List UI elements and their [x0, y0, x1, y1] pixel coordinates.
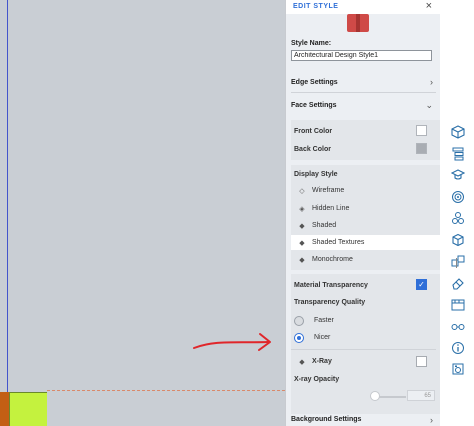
- target-icon[interactable]: [450, 189, 466, 205]
- annotation-arrow: [193, 333, 271, 351]
- edit-style-panel: EDIT STYLE × Style Name: Edge Settings ›…: [285, 0, 445, 426]
- face-settings-label: Face Settings: [291, 101, 337, 109]
- shaded-textures-icon: ◆: [299, 239, 305, 247]
- divider: [291, 92, 436, 93]
- back-color-swatch[interactable]: [416, 143, 427, 154]
- film-icon[interactable]: [450, 297, 466, 313]
- layers-icon[interactable]: [450, 146, 466, 162]
- transparency-quality-label: Transparency Quality: [294, 299, 366, 306]
- display-style-hidden-line[interactable]: ◈ Hidden Line: [291, 201, 441, 216]
- quality-faster-label: Faster: [314, 317, 334, 324]
- edge-settings-header[interactable]: Edge Settings ›: [286, 72, 441, 92]
- display-style-item-label: Wireframe: [312, 187, 345, 194]
- model-viewport[interactable]: [0, 0, 285, 426]
- axis-line: [7, 0, 8, 393]
- graduation-cap-icon[interactable]: [450, 167, 466, 183]
- glasses-icon[interactable]: [450, 318, 466, 334]
- background-settings-label: Background Settings: [291, 416, 362, 423]
- ground-block-green: [9, 392, 47, 426]
- display-style-shaded[interactable]: ◆ Shaded: [291, 218, 441, 233]
- front-color-swatch[interactable]: [416, 125, 427, 136]
- style-name-input[interactable]: [291, 50, 432, 61]
- xray-opacity-slider-thumb[interactable]: [370, 391, 380, 401]
- material-transparency-checkbox[interactable]: ✓: [416, 279, 427, 290]
- display-style-item-label: Hidden Line: [312, 205, 350, 212]
- panel-title: EDIT STYLE: [293, 3, 339, 10]
- display-style-label: Display Style: [294, 171, 338, 178]
- front-color-label: Front Color: [294, 128, 333, 135]
- xray-label: X-Ray: [312, 358, 332, 365]
- back-color-label: Back Color: [294, 146, 331, 153]
- quality-faster-radio[interactable]: [294, 316, 304, 326]
- ground-block-orange: [0, 392, 9, 426]
- panel-header: EDIT STYLE ×: [286, 0, 441, 14]
- hidden-line-icon: ◈: [299, 205, 305, 213]
- cubes-icon[interactable]: [450, 253, 466, 269]
- quality-nicer-radio[interactable]: [294, 333, 304, 343]
- style-thumbnail: [347, 14, 369, 32]
- ground-edge-dashed: [47, 390, 285, 391]
- camera-icon[interactable]: [450, 361, 466, 377]
- cube-icon[interactable]: [450, 124, 466, 140]
- edge-settings-label: Edge Settings: [291, 78, 338, 86]
- divider: [291, 349, 436, 350]
- display-style-monochrome[interactable]: ◆ Monochrome: [291, 252, 441, 267]
- monochrome-icon: ◆: [299, 256, 305, 264]
- wireframe-icon: ◇: [299, 187, 305, 195]
- shaded-icon: ◆: [299, 222, 305, 230]
- xray-icon: ◆: [299, 358, 305, 366]
- background-settings-header[interactable]: Background Settings ›: [286, 413, 441, 426]
- quality-nicer-label: Nicer: [314, 334, 331, 341]
- chevron-right-icon: ›: [430, 414, 433, 425]
- xray-checkbox[interactable]: [416, 356, 427, 367]
- chevron-right-icon: ›: [430, 77, 433, 87]
- close-icon[interactable]: ×: [426, 0, 432, 12]
- chevron-down-icon: ⌄: [425, 99, 433, 110]
- material-transparency-label: Material Transparency: [294, 282, 368, 289]
- display-style-shaded-textures[interactable]: ◆ Shaded Textures: [291, 235, 441, 250]
- xray-opacity-value[interactable]: 65: [407, 390, 435, 401]
- display-style-item-label: Shaded Textures: [312, 239, 365, 246]
- xray-opacity-label: X-ray Opacity: [294, 376, 340, 383]
- info-icon[interactable]: [450, 340, 466, 356]
- display-style-wireframe[interactable]: ◇ Wireframe: [291, 183, 441, 198]
- box-icon[interactable]: [450, 232, 466, 248]
- display-style-item-label: Monochrome: [312, 256, 353, 263]
- eraser-icon[interactable]: [450, 275, 466, 291]
- style-name-label: Style Name:: [291, 40, 332, 47]
- face-settings-header[interactable]: Face Settings ⌄: [286, 95, 441, 115]
- right-toolbar: [440, 0, 474, 426]
- display-style-item-label: Shaded: [312, 222, 337, 229]
- components-icon[interactable]: [450, 210, 466, 226]
- toolbar-separator: [456, 258, 457, 268]
